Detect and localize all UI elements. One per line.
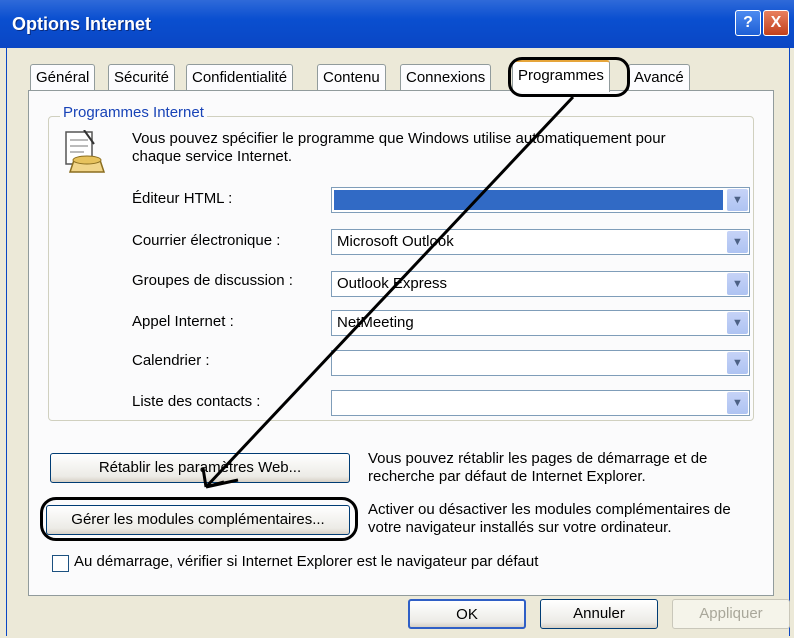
annotation-arrow [201,95,575,489]
